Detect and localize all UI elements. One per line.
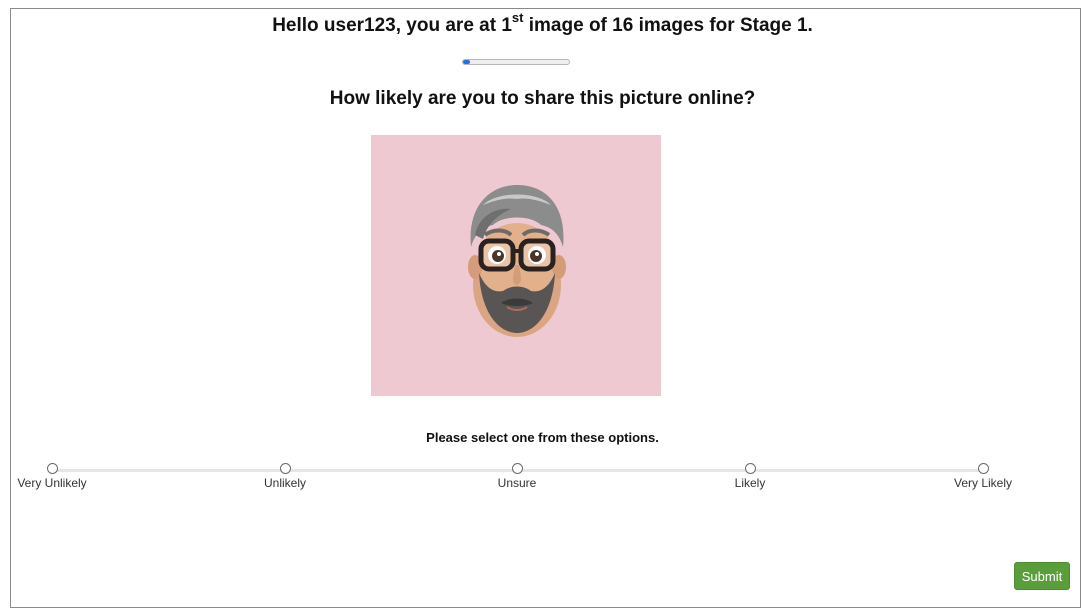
option-label: Very Likely	[953, 476, 1013, 490]
instruction-text: Please select one from these options.	[426, 430, 659, 445]
stimulus-image	[371, 135, 661, 396]
option-label: Very Unlikely	[17, 476, 87, 490]
progress-bar-fill	[463, 60, 470, 64]
radio-button-very-unlikely[interactable]	[46, 463, 58, 474]
radio-button-unlikely[interactable]	[279, 463, 291, 474]
option-very-likely[interactable]: Very Likely	[923, 463, 1043, 490]
option-very-unlikely[interactable]: Very Unlikely	[0, 463, 112, 490]
option-unlikely[interactable]: Unlikely	[225, 463, 345, 490]
option-label: Unlikely	[263, 476, 306, 490]
radio-button-unsure[interactable]	[511, 463, 523, 474]
memoji-avatar-icon	[468, 185, 566, 337]
progress-bar	[462, 59, 570, 65]
title-text-before: Hello user123, you are at 1	[272, 15, 512, 36]
option-label: Likely	[734, 476, 766, 490]
option-unsure[interactable]: Unsure	[457, 463, 577, 490]
page-title: Hello user123, you are at 1st image of 1…	[0, 9, 1085, 39]
option-label: Unsure	[497, 476, 537, 490]
title-text-after: image of 16 images for Stage 1.	[523, 15, 813, 36]
question-text: How likely are you to share this picture…	[329, 88, 756, 109]
option-likely[interactable]: Likely	[690, 463, 810, 490]
radio-button-very-likely[interactable]	[977, 463, 989, 474]
title-superscript: st	[511, 9, 524, 25]
radio-button-likely[interactable]	[744, 463, 756, 474]
submit-button[interactable]: Submit	[1014, 562, 1070, 590]
